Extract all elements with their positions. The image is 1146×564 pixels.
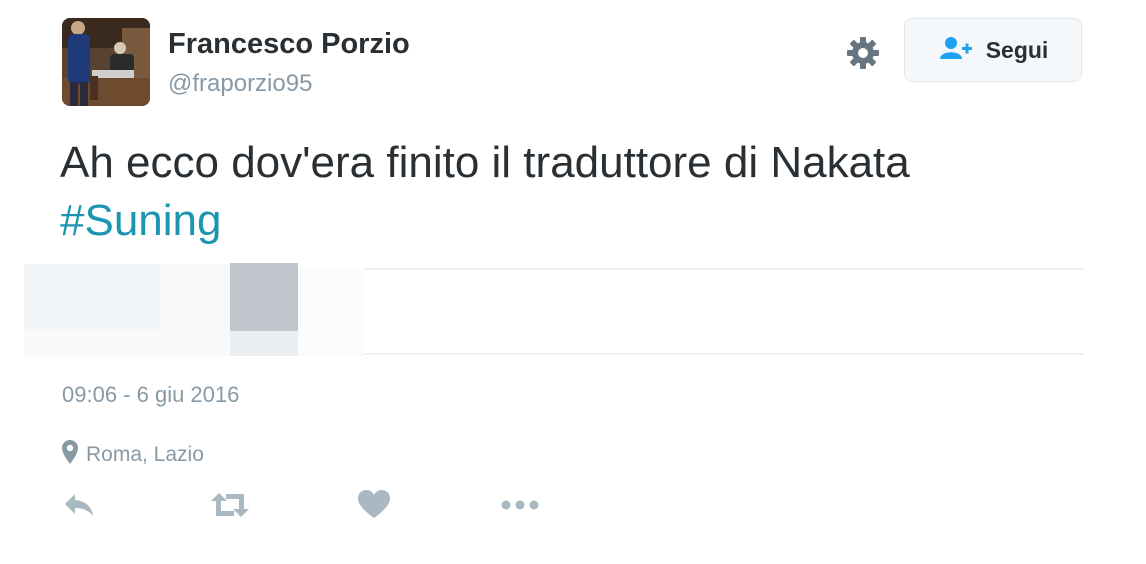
location-pin-icon bbox=[62, 440, 78, 469]
media-placeholder bbox=[24, 330, 230, 356]
follow-person-icon bbox=[938, 35, 974, 66]
follow-button[interactable]: Segui bbox=[904, 18, 1082, 82]
tweet-location[interactable]: Roma, Lazio bbox=[62, 440, 204, 469]
avatar[interactable] bbox=[62, 18, 150, 106]
more-dots-icon[interactable] bbox=[500, 490, 540, 525]
divider bbox=[364, 268, 1084, 270]
hashtag-link[interactable]: #Suning bbox=[60, 196, 221, 245]
media-placeholder bbox=[230, 331, 298, 356]
location-label: Roma, Lazio bbox=[86, 442, 204, 466]
media-placeholder bbox=[24, 264, 160, 330]
follow-button-label: Segui bbox=[985, 36, 1049, 63]
media-placeholder bbox=[230, 263, 298, 331]
reply-icon[interactable] bbox=[62, 490, 96, 525]
media-placeholder bbox=[160, 264, 230, 330]
divider bbox=[364, 353, 1084, 355]
tweet-timestamp[interactable]: 09:06 - 6 giu 2016 bbox=[62, 382, 239, 408]
heart-icon[interactable] bbox=[358, 490, 390, 525]
tweet-body: Ah ecco dov'era finito il traduttore di … bbox=[60, 138, 910, 187]
media-placeholder bbox=[298, 270, 364, 356]
author-handle[interactable]: @fraporzio95 bbox=[168, 70, 312, 98]
author-name[interactable]: Francesco Porzio bbox=[168, 28, 410, 61]
retweet-icon[interactable] bbox=[210, 490, 250, 525]
tweet-text: Ah ecco dov'era finito il traduttore di … bbox=[60, 134, 1100, 250]
gear-icon[interactable] bbox=[844, 34, 882, 72]
